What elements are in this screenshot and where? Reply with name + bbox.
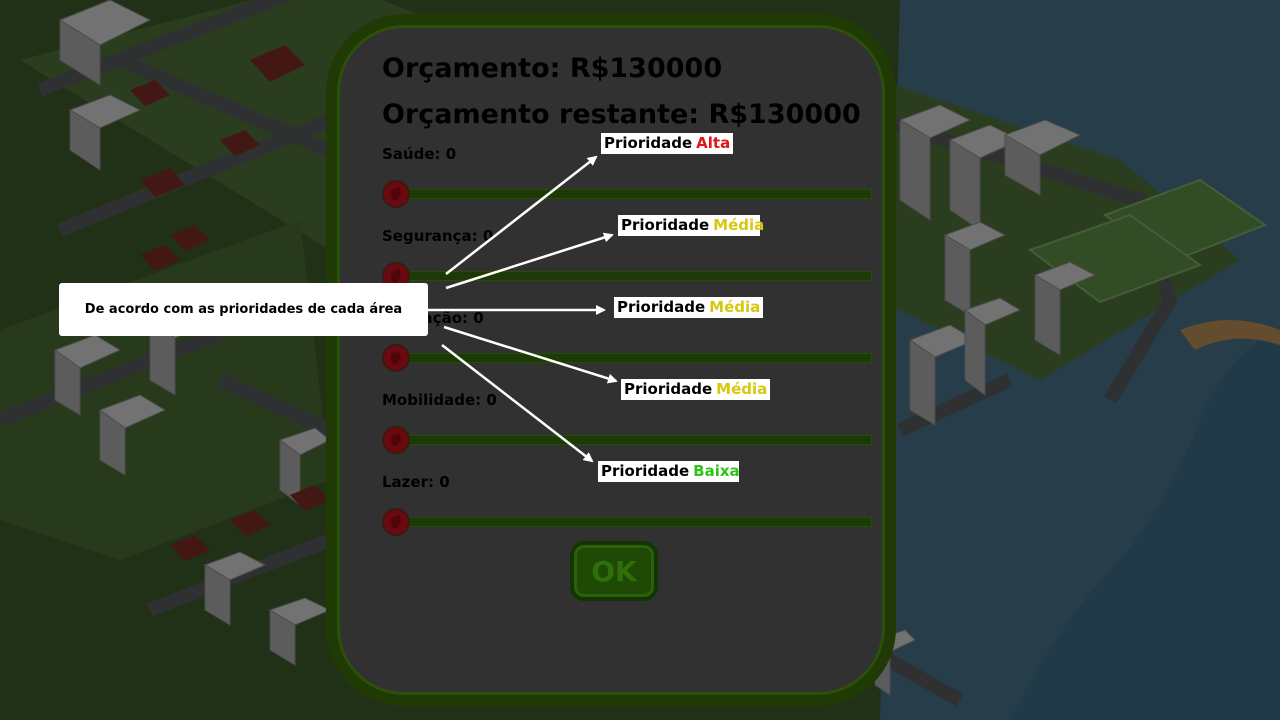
category-label-lazer: Lazer: 0 (382, 473, 450, 491)
slider-mobilidade[interactable] (382, 425, 874, 454)
priority-prefix: Prioridade (601, 462, 690, 480)
slider-track (396, 435, 872, 445)
slider-lazer[interactable] (382, 507, 874, 536)
priority-tag-mobilidade: Prioridade Média (621, 379, 771, 400)
slider-knob[interactable] (382, 344, 410, 372)
ok-button[interactable]: OK (570, 541, 658, 601)
priority-prefix: Prioridade (621, 216, 710, 234)
tutorial-callout: De acordo com as prioridades de cada áre… (59, 283, 428, 336)
budget-panel: Orçamento: R$130000 Orçamento restante: … (326, 14, 896, 706)
priority-level: Alta (696, 134, 731, 152)
slider-knob[interactable] (382, 508, 410, 536)
priority-tag-educacao: Prioridade Média (614, 297, 764, 318)
slider-track (396, 517, 872, 527)
priority-level: Média (713, 216, 765, 234)
priority-level: Média (716, 380, 768, 398)
priority-prefix: Prioridade (624, 380, 713, 398)
slider-educacao[interactable] (382, 343, 874, 372)
budget-total-label: Orçamento: R$130000 (382, 53, 723, 84)
priority-tag-seguranca: Prioridade Média (618, 215, 764, 236)
slider-seguranca[interactable] (382, 261, 874, 290)
category-label-saude: Saúde: 0 (382, 145, 457, 163)
slider-knob[interactable] (382, 180, 410, 208)
category-label-mobilidade: Mobilidade: 0 (382, 391, 497, 409)
slider-knob[interactable] (382, 426, 410, 454)
priority-level: Média (709, 298, 761, 316)
priority-prefix: Prioridade (604, 134, 693, 152)
slider-saude[interactable] (382, 179, 874, 208)
budget-remaining-label: Orçamento restante: R$130000 (382, 99, 861, 130)
category-label-seguranca: Segurança: 0 (382, 227, 494, 245)
priority-level: Baixa (693, 462, 740, 480)
priority-tag-saude: Prioridade Alta (601, 133, 734, 154)
priority-tag-lazer: Prioridade Baixa (598, 461, 740, 482)
slider-track (396, 189, 872, 199)
ok-button-label: OK (591, 554, 637, 588)
slider-track (396, 271, 872, 281)
priority-prefix: Prioridade (617, 298, 706, 316)
slider-track (396, 353, 872, 363)
